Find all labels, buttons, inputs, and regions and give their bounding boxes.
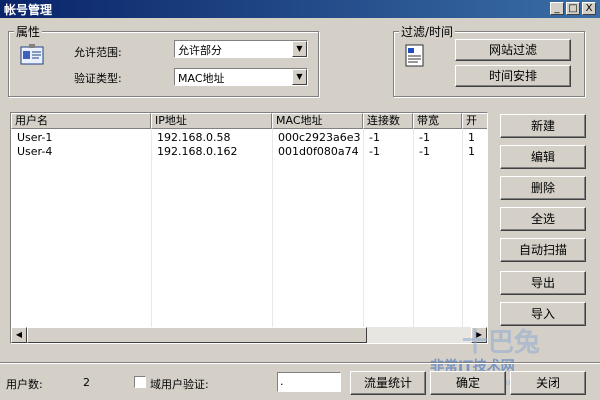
column-header-bandwidth[interactable]: 带宽 xyxy=(413,113,462,129)
close-button[interactable]: 关闭 xyxy=(510,371,586,395)
cell-connections: -1 xyxy=(369,145,380,158)
maximize-button[interactable]: □ xyxy=(566,2,580,15)
domain-verify-checkbox[interactable] xyxy=(134,376,146,388)
delete-button[interactable]: 删除 xyxy=(500,176,586,200)
cell-mac: 000c2923a6e3 xyxy=(278,131,361,144)
cell-username: User-4 xyxy=(17,145,53,158)
column-header-mac[interactable]: MAC地址 xyxy=(272,113,363,129)
scrollbar-thumb[interactable] xyxy=(27,327,367,343)
verify-type-select-value: MAC地址 xyxy=(178,72,225,85)
import-button[interactable]: 导入 xyxy=(500,302,586,326)
cell-bandwidth: -1 xyxy=(419,131,430,144)
time-schedule-button[interactable]: 时间安排 xyxy=(455,65,571,87)
scope-label: 允许范围: xyxy=(74,46,122,59)
traffic-stats-button[interactable]: 流量统计 xyxy=(350,371,426,395)
scope-select-value: 允许部分 xyxy=(178,44,222,57)
column-divider xyxy=(363,129,364,341)
cell-bandwidth: -1 xyxy=(419,145,430,158)
export-button[interactable]: 导出 xyxy=(500,271,586,295)
id-card-icon xyxy=(20,44,44,66)
verify-type-label: 验证类型: xyxy=(74,72,122,85)
filter-time-group-title: 过滤/时间 xyxy=(399,23,456,40)
cell-open: 1 xyxy=(468,131,475,144)
chevron-down-icon[interactable]: ▼ xyxy=(292,41,307,57)
properties-group-title: 属性 xyxy=(14,23,43,40)
edit-button[interactable]: 编辑 xyxy=(500,145,586,169)
scope-select[interactable]: 允许部分 ▼ xyxy=(174,40,308,58)
user-list-table[interactable]: 用户名 IP地址 MAC地址 连接数 带宽 开 User-1 192.168.0… xyxy=(10,112,488,344)
minimize-button[interactable]: _ xyxy=(550,2,564,15)
document-icon xyxy=(404,44,426,68)
chevron-down-icon[interactable]: ▼ xyxy=(292,69,307,85)
cell-ip: 192.168.0.162 xyxy=(157,145,238,158)
verify-type-select[interactable]: MAC地址 ▼ xyxy=(174,68,308,86)
user-count-label: 用户数: xyxy=(6,378,43,391)
title-bar[interactable]: 帐号管理 _ □ X xyxy=(0,0,600,18)
cell-connections: -1 xyxy=(369,131,380,144)
column-divider xyxy=(272,129,273,341)
ok-button[interactable]: 确定 xyxy=(430,371,506,395)
cell-mac: 001d0f080a74 xyxy=(278,145,359,158)
cell-open: 1 xyxy=(468,145,475,158)
scroll-right-icon[interactable]: ▶ xyxy=(471,327,487,343)
auto-scan-button[interactable]: 自动扫描 xyxy=(500,238,586,262)
web-filter-button[interactable]: 网站过滤 xyxy=(455,39,571,61)
bottom-divider xyxy=(0,362,600,364)
domain-verify-label: 域用户验证: xyxy=(150,378,209,391)
column-header-username[interactable]: 用户名 xyxy=(11,113,151,129)
column-divider xyxy=(462,129,463,341)
horizontal-scrollbar[interactable]: ◀ ▶ xyxy=(11,327,487,343)
user-count-value: 2 xyxy=(83,376,90,389)
column-divider xyxy=(413,129,414,341)
cell-username: User-1 xyxy=(17,131,53,144)
account-management-window: 帐号管理 _ □ X 属性 允许范围: 允许部分 ▼ 验证类型: MAC地址 ▼… xyxy=(0,0,600,400)
column-header-connections[interactable]: 连接数 xyxy=(363,113,413,129)
column-header-open[interactable]: 开 xyxy=(462,113,487,129)
column-divider xyxy=(151,129,152,341)
scroll-left-icon[interactable]: ◀ xyxy=(11,327,27,343)
cell-ip: 192.168.0.58 xyxy=(157,131,231,144)
domain-input[interactable]: . xyxy=(277,372,341,392)
window-title: 帐号管理 xyxy=(4,3,53,17)
column-header-ip[interactable]: IP地址 xyxy=(151,113,272,129)
select-all-button[interactable]: 全选 xyxy=(500,207,586,231)
new-button[interactable]: 新建 xyxy=(500,114,586,138)
close-window-button[interactable]: X xyxy=(582,2,596,15)
